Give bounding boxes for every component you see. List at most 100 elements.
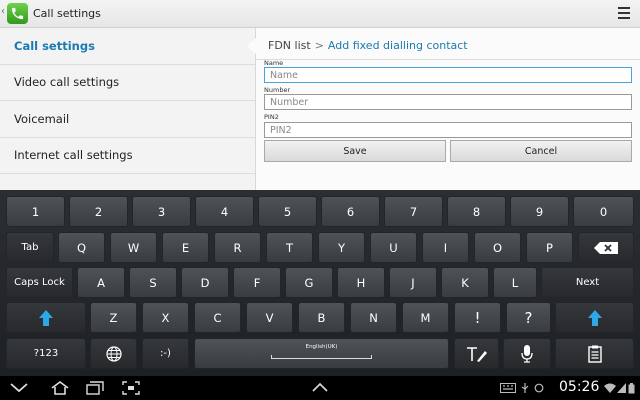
key-8[interactable]: 8 <box>447 196 506 227</box>
key-0[interactable]: 0 <box>573 196 634 227</box>
overflow-menu-icon[interactable] <box>618 7 630 19</box>
settings-list: Call settings Video call settings Voicem… <box>0 28 256 190</box>
key-l[interactable]: L <box>493 267 537 298</box>
hide-keyboard-icon[interactable] <box>10 383 28 393</box>
key-g[interactable]: G <box>285 267 333 298</box>
language-key[interactable] <box>90 338 137 369</box>
status-clock: 05:26 <box>559 379 600 395</box>
breadcrumb-separator: > <box>314 39 324 52</box>
key-n[interactable]: N <box>350 302 397 333</box>
key-q[interactable]: Q <box>58 232 105 263</box>
key-s[interactable]: S <box>129 267 177 298</box>
keyboard-row-asdf: Caps Lock A S D F G H J K L Next <box>0 267 640 299</box>
key-r[interactable]: R <box>214 232 261 263</box>
number-input[interactable] <box>264 94 632 110</box>
screenshot-icon[interactable] <box>122 381 140 395</box>
list-item-label: Internet call settings <box>14 148 133 163</box>
on-screen-keyboard: 1 2 3 4 5 6 7 8 9 0 Tab Q W E R T Y U I … <box>0 190 640 376</box>
keyboard-row-bottom: ?123 :-) English(UK) <box>0 338 640 370</box>
shift-right-key[interactable] <box>555 302 634 333</box>
battery-icon <box>628 383 635 394</box>
backspace-icon <box>594 241 618 254</box>
usb-icon <box>521 383 529 393</box>
smiley-key[interactable]: :-) <box>142 338 189 369</box>
key-k[interactable]: K <box>441 267 489 298</box>
keyboard-status-icon <box>500 383 516 393</box>
key-3[interactable]: 3 <box>132 196 191 227</box>
number-label: Number <box>264 86 291 94</box>
expand-up-icon[interactable] <box>312 383 328 392</box>
backspace-key[interactable] <box>578 232 634 263</box>
home-icon[interactable] <box>50 381 70 395</box>
key-a[interactable]: A <box>77 267 125 298</box>
system-bar: 05:26 <box>0 376 640 400</box>
shift-arrow-icon <box>39 309 53 326</box>
key-t[interactable]: T <box>266 232 313 263</box>
back-caret-icon[interactable]: ‹ <box>1 6 5 17</box>
key-5[interactable]: 5 <box>258 196 317 227</box>
next-key[interactable]: Next <box>541 267 634 298</box>
sync-icon <box>534 383 544 393</box>
key-x[interactable]: X <box>142 302 189 333</box>
key-o[interactable]: O <box>474 232 521 263</box>
wifi-icon <box>604 383 616 393</box>
list-item-call-settings[interactable]: Call settings <box>0 28 255 65</box>
key-v[interactable]: V <box>246 302 293 333</box>
key-h[interactable]: H <box>337 267 385 298</box>
key-d[interactable]: D <box>181 267 229 298</box>
symbols-key[interactable]: ?123 <box>6 338 86 369</box>
keyboard-row-numbers: 1 2 3 4 5 6 7 8 9 0 <box>0 196 640 228</box>
key-y[interactable]: Y <box>318 232 365 263</box>
keyboard-row-zxcv: Z X C V B N M ! ? <box>0 302 640 334</box>
key-7[interactable]: 7 <box>384 196 443 227</box>
list-item-internet-call-settings[interactable]: Internet call settings <box>0 138 255 174</box>
voice-input-key[interactable] <box>503 338 551 369</box>
recent-apps-icon[interactable] <box>86 381 104 395</box>
key-b[interactable]: B <box>298 302 345 333</box>
key-w[interactable]: W <box>110 232 157 263</box>
key-e[interactable]: E <box>162 232 209 263</box>
fdn-form-pane: FDN list > Add fixed dialling contact Name… <box>256 28 640 190</box>
breadcrumb-parent[interactable]: FDN list <box>268 39 311 52</box>
page-title: Call settings <box>33 7 101 20</box>
list-item-video-call-settings[interactable]: Video call settings <box>0 65 255 101</box>
key-p[interactable]: P <box>526 232 573 263</box>
shift-arrow-icon <box>587 309 602 326</box>
key-question[interactable]: ? <box>506 302 551 333</box>
breadcrumb: FDN list > Add fixed dialling contact <box>268 39 468 52</box>
shift-left-key[interactable] <box>6 302 86 333</box>
name-input[interactable] <box>264 67 632 83</box>
key-exclamation[interactable]: ! <box>454 302 501 333</box>
save-button[interactable]: Save <box>264 140 446 162</box>
key-i[interactable]: I <box>422 232 469 263</box>
breadcrumb-current: Add fixed dialling contact <box>327 39 468 52</box>
signal-icon <box>617 383 626 393</box>
text-pen-icon <box>466 346 487 362</box>
space-bar[interactable]: English(UK) <box>194 338 449 369</box>
key-z[interactable]: Z <box>90 302 137 333</box>
key-4[interactable]: 4 <box>195 196 254 227</box>
phone-app-icon[interactable] <box>7 3 28 24</box>
key-m[interactable]: M <box>402 302 449 333</box>
key-2[interactable]: 2 <box>69 196 128 227</box>
tab-key[interactable]: Tab <box>6 232 54 263</box>
clipboard-key[interactable] <box>555 338 634 369</box>
caps-lock-key[interactable]: Caps Lock <box>6 267 73 298</box>
list-item-voicemail[interactable]: Voicemail <box>0 101 255 138</box>
key-c[interactable]: C <box>194 302 241 333</box>
key-j[interactable]: J <box>389 267 437 298</box>
list-item-label: Voicemail <box>14 111 70 126</box>
handwriting-key[interactable] <box>454 338 499 369</box>
key-1[interactable]: 1 <box>6 196 65 227</box>
space-bar-glyph <box>270 355 373 359</box>
divider <box>256 59 640 60</box>
key-f[interactable]: F <box>233 267 281 298</box>
clipboard-icon <box>587 345 602 363</box>
key-9[interactable]: 9 <box>510 196 569 227</box>
cancel-button[interactable]: Cancel <box>450 140 632 162</box>
pin2-input[interactable] <box>264 122 632 138</box>
key-6[interactable]: 6 <box>321 196 380 227</box>
space-bar-language-label: English(UK) <box>305 344 338 350</box>
microphone-icon <box>521 344 533 363</box>
key-u[interactable]: U <box>370 232 417 263</box>
